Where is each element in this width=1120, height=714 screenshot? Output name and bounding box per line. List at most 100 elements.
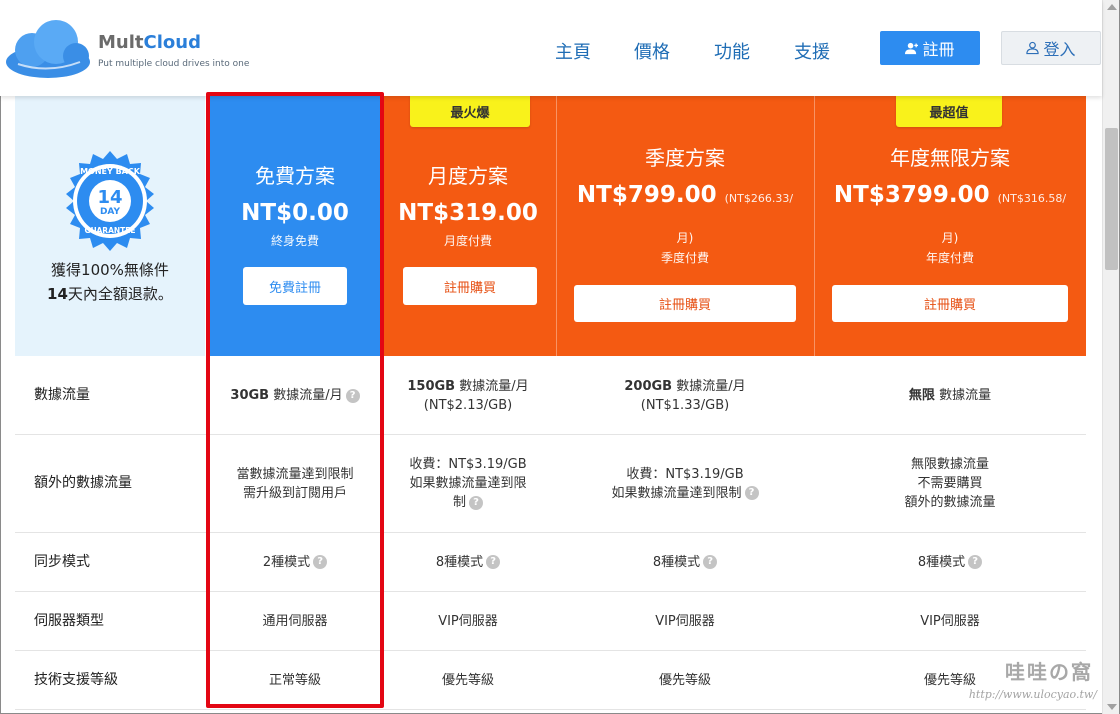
cell-free: 通用伺服器 bbox=[262, 613, 328, 629]
cell-quarterly: VIP伺服器 bbox=[655, 613, 715, 629]
cell-bold: 30GB bbox=[230, 388, 270, 403]
scroll-thumb[interactable] bbox=[1105, 128, 1118, 270]
scroll-up-arrow-icon[interactable] bbox=[1107, 4, 1117, 10]
cell-text: 收費：NT$3.19/GB bbox=[626, 466, 744, 482]
cell-free: 正常等級 bbox=[268, 672, 321, 688]
hot-badge: 最火爆 bbox=[410, 96, 530, 127]
nav-home[interactable]: 主頁 bbox=[555, 38, 591, 64]
cell-free: 當數據流量達到限制 需升級到訂閱用戶 bbox=[210, 435, 380, 532]
help-question-icon[interactable]: ? bbox=[968, 555, 983, 569]
cell-text: 8種模式 bbox=[652, 554, 701, 570]
help-question-icon[interactable]: ? bbox=[313, 555, 328, 569]
cell-monthly: 優先等級 bbox=[441, 672, 494, 688]
plan-price: NT$799.00 (NT$266.33/ bbox=[556, 182, 814, 208]
top-nav-bar: MultCloud Put multiple cloud drives into… bbox=[0, 0, 1102, 96]
plan-free: 免費方案 NT$0.00 終身免費 免費註冊 bbox=[210, 96, 380, 356]
cell-text: 8種模式 bbox=[917, 554, 966, 570]
plan-price: NT$319.00 bbox=[398, 200, 538, 226]
refund-days: 14 bbox=[47, 285, 68, 303]
plan-quarterly: 季度方案 NT$799.00 (NT$266.33/ 月) 季度付費 註冊購買 bbox=[556, 96, 814, 356]
cloud-logo-icon bbox=[6, 20, 90, 78]
help-question-icon[interactable]: ? bbox=[703, 555, 718, 569]
cell-yearly: 優先等級 bbox=[923, 672, 976, 688]
logo-tagline: Put multiple cloud drives into one bbox=[98, 59, 250, 69]
plan-price-per-month-end: 月) bbox=[941, 231, 959, 245]
plan-monthly: 月度方案 NT$319.00 月度付費 註冊購買 bbox=[380, 96, 556, 356]
help-question-icon[interactable]: ? bbox=[469, 495, 483, 510]
plan-price-per-month: (NT$316.58/ bbox=[997, 192, 1067, 205]
help-question-icon[interactable]: ? bbox=[744, 486, 759, 500]
plan-price-per-month-end: 月) bbox=[676, 231, 694, 245]
cell-quarterly: 8種模式? bbox=[556, 533, 814, 591]
plan-price: NT$3799.00 (NT$316.58/ bbox=[814, 182, 1086, 208]
cell-yearly: VIP伺服器 bbox=[920, 613, 980, 629]
cell-monthly: VIP伺服器 bbox=[438, 613, 498, 629]
cell-free: 30GB 數據流量/月? bbox=[210, 357, 380, 434]
badge-number: 14 bbox=[97, 187, 122, 208]
quarterly-buy-button[interactable]: 註冊購買 bbox=[574, 285, 796, 322]
refund-text-line2: 14天內全額退款。 bbox=[15, 283, 205, 304]
cell-text: 數據流量/月 bbox=[269, 388, 343, 403]
plan-divider bbox=[814, 96, 815, 356]
monthly-buy-button[interactable]: 註冊購買 bbox=[403, 267, 537, 305]
cell-quarterly: 優先等級 bbox=[658, 672, 711, 688]
cell-bold: 200GB bbox=[624, 378, 673, 394]
plan-period: 終身免費 bbox=[270, 234, 319, 248]
cell-text-line3: 額外的數據流量 bbox=[904, 495, 996, 510]
row-label: 伺服器類型 bbox=[34, 612, 104, 629]
plan-name: 免費方案 bbox=[255, 164, 335, 188]
plan-period: 年度付費 bbox=[925, 251, 974, 265]
table-row-sync-modes: 同步模式 2種模式? 8種模式? 8種模式? 8種模式? bbox=[15, 533, 1086, 592]
yearly-buy-button[interactable]: 註冊購買 bbox=[832, 285, 1068, 322]
cell-text: 數據流量 bbox=[934, 388, 992, 403]
plan-price: NT$0.00 bbox=[241, 200, 349, 226]
money-back-panel: MONEY BACK 14 DAY GUARANTEE 獲得100%無條件 14… bbox=[15, 96, 205, 356]
table-row-extra-traffic: 額外的數據流量 當數據流量達到限制 需升級到訂閱用戶 收費：NT$3.19/GB 如… bbox=[15, 435, 1086, 533]
cell-text: 2種模式 bbox=[262, 554, 311, 570]
badge-top-text: MONEY BACK bbox=[80, 167, 141, 176]
login-label: 登入 bbox=[1043, 40, 1076, 59]
cell-yearly: 無限 數據流量 bbox=[814, 357, 1086, 434]
logo-text[interactable]: MultCloud bbox=[98, 32, 201, 53]
logo-text-cloud: Cloud bbox=[143, 32, 201, 53]
cell-text-line2: 需升級到訂閱用戶 bbox=[242, 485, 347, 501]
help-question-icon[interactable]: ? bbox=[345, 388, 360, 403]
scroll-down-arrow-icon[interactable] bbox=[1107, 704, 1117, 710]
login-button[interactable]: 登入 bbox=[1001, 31, 1101, 65]
cell-free: 2種模式? bbox=[210, 533, 380, 591]
nav-pricing[interactable]: 價格 bbox=[634, 38, 670, 64]
plan-period: 月度付費 bbox=[443, 234, 492, 248]
add-user-icon bbox=[905, 42, 919, 54]
row-label: 額外的數據流量 bbox=[34, 475, 132, 491]
cell-text-line2: 不需要購買 bbox=[917, 476, 983, 491]
cell-text: 收費：NT$3.19/GB bbox=[409, 457, 527, 472]
table-row-data-traffic: 數據流量 30GB 數據流量/月? 150GB 數據流量/月 (NT$2.13/G… bbox=[15, 357, 1086, 435]
cell-bold: 150GB bbox=[407, 378, 456, 394]
cell-yearly: 8種模式? bbox=[814, 533, 1086, 591]
cell-text: 數據流量/月 bbox=[455, 378, 529, 394]
badge-bottom-text: GUARANTEE bbox=[84, 226, 135, 235]
plan-price-per-month: (NT$266.33/ bbox=[724, 192, 794, 205]
signup-button[interactable]: 註冊 bbox=[880, 31, 980, 65]
money-back-guarantee-badge-icon: MONEY BACK 14 DAY GUARANTEE bbox=[66, 151, 154, 251]
plan-name: 月度方案 bbox=[428, 164, 508, 188]
vertical-scrollbar[interactable] bbox=[1102, 0, 1119, 714]
nav-features[interactable]: 功能 bbox=[714, 38, 750, 64]
row-label: 數據流量 bbox=[34, 387, 90, 403]
plan-name: 年度無限方案 bbox=[890, 146, 1010, 170]
signup-label: 註冊 bbox=[922, 40, 955, 59]
help-question-icon[interactable]: ? bbox=[486, 555, 501, 569]
cell-monthly: 8種模式? bbox=[380, 533, 556, 591]
plan-period: 季度付費 bbox=[660, 251, 709, 265]
badge-day: DAY bbox=[100, 207, 121, 217]
cell-text-line2: (NT$1.33/GB) bbox=[640, 397, 730, 413]
row-label: 同步模式 bbox=[34, 553, 90, 570]
cell-quarterly: 收費：NT$3.19/GB 如果數據流量達到限制? bbox=[556, 435, 814, 532]
nav-support[interactable]: 支援 bbox=[794, 38, 830, 64]
plan-yearly-unlimited: 年度無限方案 NT$3799.00 (NT$316.58/ 月) 年度付費 註冊… bbox=[814, 96, 1086, 356]
cell-text: 8種模式 bbox=[435, 554, 484, 570]
cell-text-line2: 如果數據流量達到限制 bbox=[611, 485, 742, 501]
free-signup-button[interactable]: 免費註冊 bbox=[243, 267, 347, 305]
cell-text: 數據流量/月 bbox=[672, 378, 746, 394]
cell-text-line2: (NT$2.13/GB) bbox=[423, 397, 513, 413]
